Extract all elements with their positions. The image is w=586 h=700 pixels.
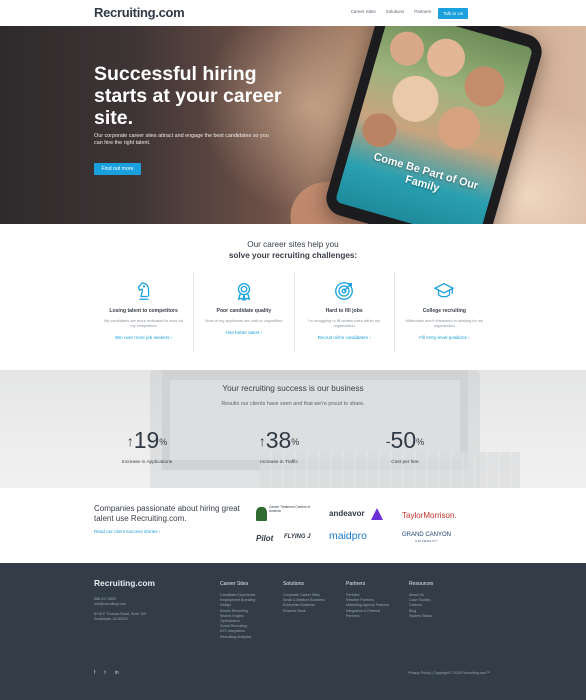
stat-unit: % (291, 437, 300, 447)
footer-column-title: Partners (346, 581, 366, 587)
facebook-icon[interactable]: f (94, 670, 95, 676)
challenges-title: Our career sites help you solve your rec… (0, 239, 586, 261)
stats-heading: Your recruiting success is our business (222, 384, 364, 393)
stat-label: Increase in Traffic (260, 460, 298, 465)
maidpro-logo: maidpro (329, 530, 367, 542)
footer-link[interactable]: Partners (346, 614, 389, 619)
face-image (358, 109, 401, 152)
challenge-card: College recruiting Millennials aren't in… (395, 272, 494, 352)
stat-cost-per-hire: -50% Cost per hire (360, 426, 450, 465)
stat-traffic: ↑38% Increase in Traffic (234, 426, 324, 465)
target-icon (335, 282, 354, 300)
footer-column-resources: Resources About Us Case Studies Careers … (409, 581, 433, 619)
stat-number: 38 (265, 427, 292, 453)
face-image (387, 70, 444, 128)
footer-link[interactable]: Recruiting Analytics (220, 635, 255, 640)
stat-value: ↑19% (102, 426, 192, 456)
stat-label: Increase in Applications (121, 460, 173, 465)
award-ribbon-icon (237, 283, 251, 301)
stat-applications: ↑19% Increase in Applications (102, 426, 192, 465)
challenge-card: Poor candidate quality Most of my applic… (194, 272, 295, 352)
stat-unit: % (416, 437, 425, 447)
footer-address-line2: Scottsdale, AZ 85251 (94, 617, 129, 621)
face-image (459, 61, 510, 112)
arrow-up-icon: ↑ (258, 433, 266, 449)
challenges-columns: Losing talent to competitors My candidat… (94, 272, 494, 352)
talk-to-us-button[interactable]: Talk to Us (438, 8, 468, 19)
face-image (422, 34, 470, 82)
challenge-heading: Hard to fill jobs (325, 308, 363, 314)
pilot-logo: Pilot (256, 534, 274, 543)
footer-link[interactable]: Resume Bank (283, 609, 325, 614)
footer-column-title: Career Sites (220, 581, 249, 587)
nav-link-career-sites[interactable]: Career Sites (351, 9, 376, 14)
ctca-logo: Cancer Treatment Centers of America (269, 505, 311, 513)
challenge-text: Most of my applicants are unfit or unqua… (205, 318, 283, 323)
challenge-card: Losing talent to competitors My candidat… (94, 272, 195, 352)
face-image (433, 102, 486, 155)
challenge-link[interactable]: Fill entry-level positions › (395, 335, 494, 340)
ctca-tree-icon (256, 507, 267, 521)
andeavor-logo: andeavor (329, 509, 365, 518)
stats-subheading: Results our clients have seen and that w… (221, 401, 365, 407)
nav-link-solutions[interactable]: Solutions (386, 9, 405, 14)
clients-heading: Companies passionate about hiring great … (94, 504, 240, 523)
phone-screen-text: Come Be Part of Our Family (372, 150, 480, 195)
challenge-link[interactable]: Win over more job seekers › (94, 335, 193, 340)
andeavor-mark-icon (371, 508, 383, 520)
challenge-card: Hard to fill jobs I'm struggling to fill… (295, 272, 395, 352)
footer-link[interactable]: System Status (409, 614, 433, 619)
top-navbar: Recruiting.com Career Sites Solutions Pa… (0, 0, 586, 26)
challenge-heading: College recruiting (422, 308, 467, 314)
nav-link-partners[interactable]: Partners (414, 9, 431, 14)
footer-column-career-sites: Career Sites Candidate Experience Employ… (220, 581, 255, 640)
graduation-cap-icon (434, 283, 455, 298)
chess-knight-icon (137, 282, 149, 300)
challenge-text: Millennials aren't interested in working… (405, 318, 484, 329)
footer-link[interactable]: Marketing Agency Partners (346, 603, 389, 608)
challenges-title-line2: solve your recruiting challenges: (228, 251, 358, 260)
hero-subtitle: Our corporate career sites attract and e… (94, 133, 269, 147)
stat-unit: % (159, 437, 168, 447)
challenges-title-line1: Our career sites help you (247, 240, 339, 249)
challenge-heading: Poor candidate quality (216, 308, 272, 314)
arrow-up-icon: ↑ (126, 433, 134, 449)
client-stories-link[interactable]: Read our client success stories › (94, 529, 160, 534)
challenge-heading: Losing talent to competitors (109, 308, 178, 314)
footer-column-solutions: Solutions Corporate Career Sites Small &… (283, 581, 325, 614)
challenge-link[interactable]: Recruit niche candidates › (295, 335, 394, 340)
stat-number: 50 (390, 427, 417, 453)
stat-value: -50% (360, 426, 450, 456)
footer-copyright: Privacy Policy | Copyright © 2018 Recrui… (408, 671, 490, 675)
stat-label: Cost per hire (391, 460, 419, 465)
footer-column-title: Solutions (283, 581, 304, 587)
hero-title: Successful hiring starts at your career … (94, 63, 282, 129)
flying-j-logo: FLYING J (284, 534, 311, 540)
footer-column-title: Resources (409, 581, 434, 587)
twitter-icon[interactable]: t (104, 670, 105, 676)
find-out-more-button[interactable]: Find out more (94, 163, 141, 175)
stat-value: ↑38% (234, 426, 324, 456)
footer-logo[interactable]: Recruiting.com (94, 578, 155, 588)
footer-column-partners: Partners Partners Reseller Partners Mark… (346, 581, 389, 619)
taylor-morrison-logo: TaylorMorrison. (402, 511, 457, 520)
challenge-text: I'm struggling to fill certain roles wit… (308, 318, 380, 329)
grand-canyon-sub: UNIVERSITY (415, 539, 438, 543)
stat-number: 19 (133, 427, 160, 453)
challenge-text: My candidates are more motivated to work… (104, 318, 184, 329)
site-logo[interactable]: Recruiting.com (94, 5, 185, 20)
linkedin-icon[interactable]: in (115, 670, 119, 676)
challenge-link[interactable]: Hire better talent › (194, 330, 293, 335)
footer-contact: 888.317.0800 info@recruiting.com 6745 E … (94, 597, 146, 622)
grand-canyon-logo: GRAND CANYON UNIVERSITY (402, 532, 451, 544)
footer-social: f t in (94, 670, 119, 676)
face-image (385, 27, 429, 70)
